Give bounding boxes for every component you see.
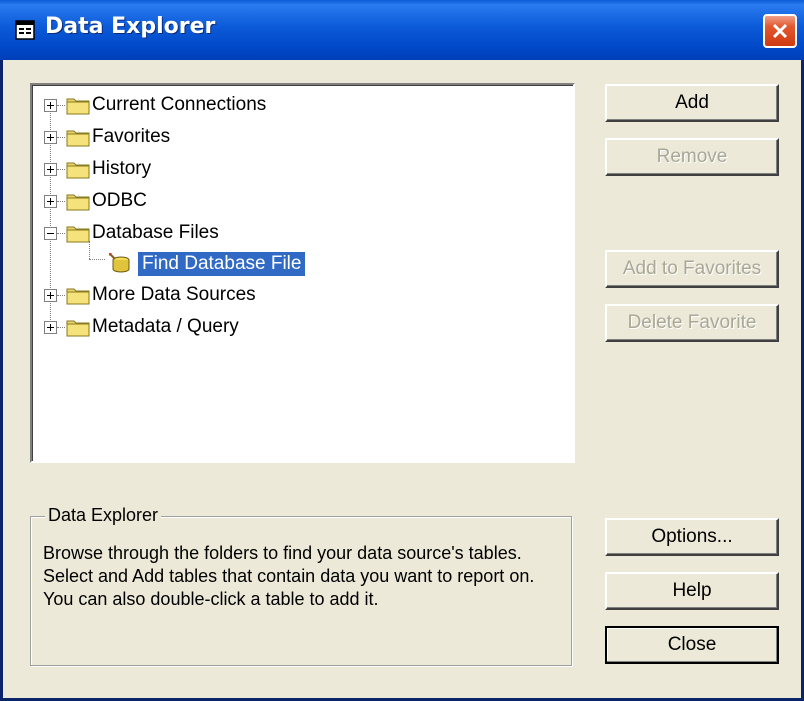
expand-plus-icon[interactable] bbox=[44, 163, 57, 176]
tree-node-label: Current Connections bbox=[92, 94, 267, 115]
data-source-tree[interactable]: Current Connections Favorites History OD… bbox=[30, 83, 575, 463]
tree-node-metadata-query[interactable]: Metadata / Query bbox=[32, 313, 432, 343]
tree-node-label: History bbox=[92, 158, 152, 179]
help-button[interactable]: Help bbox=[605, 572, 779, 610]
tree-connector bbox=[57, 233, 65, 234]
tree-connector bbox=[57, 169, 65, 170]
folder-icon bbox=[66, 191, 90, 211]
tree-node-label: Find Database File bbox=[138, 252, 306, 276]
expand-plus-icon[interactable] bbox=[44, 195, 57, 208]
find-database-wizard-icon bbox=[108, 252, 132, 273]
remove-button[interactable]: Remove bbox=[605, 138, 779, 176]
close-window-button[interactable] bbox=[763, 14, 797, 48]
tree-node-label: Favorites bbox=[92, 126, 171, 147]
tree-connector bbox=[57, 295, 65, 296]
expand-plus-icon[interactable] bbox=[44, 321, 57, 334]
tree-connector bbox=[57, 105, 65, 106]
add-button[interactable]: Add bbox=[605, 84, 779, 122]
expand-plus-icon[interactable] bbox=[44, 99, 57, 112]
expand-plus-icon[interactable] bbox=[44, 289, 57, 302]
delete-favorite-button[interactable]: Delete Favorite bbox=[605, 304, 779, 342]
folder-icon bbox=[66, 127, 90, 147]
tree-connector bbox=[57, 201, 65, 202]
tree-node-label: More Data Sources bbox=[92, 284, 256, 305]
tree-node-current-connections[interactable]: Current Connections bbox=[32, 91, 432, 121]
description-text: Browse through the folders to find your … bbox=[43, 543, 535, 609]
expand-plus-icon[interactable] bbox=[44, 131, 57, 144]
tree-node-more-data-sources[interactable]: More Data Sources bbox=[32, 281, 432, 311]
tree-node-history[interactable]: History bbox=[32, 155, 432, 185]
options-button[interactable]: Options... bbox=[605, 518, 779, 556]
open-folder-icon bbox=[66, 223, 90, 243]
tree-node-label: Database Files bbox=[92, 222, 219, 243]
tree-connector bbox=[57, 327, 65, 328]
folder-icon bbox=[66, 317, 90, 337]
tree-node-database-files[interactable]: Database Files bbox=[32, 219, 432, 249]
add-to-favorites-button[interactable]: Add to Favorites bbox=[605, 250, 779, 288]
tree-node-label: Metadata / Query bbox=[92, 316, 239, 337]
close-button[interactable]: Close bbox=[605, 626, 779, 664]
tree-node-label: ODBC bbox=[92, 190, 147, 211]
tree-node-favorites[interactable]: Favorites bbox=[32, 123, 432, 153]
tree-connector bbox=[57, 137, 65, 138]
data-explorer-app-icon bbox=[15, 20, 35, 40]
tree-node-odbc[interactable]: ODBC bbox=[32, 187, 432, 217]
folder-icon bbox=[66, 95, 90, 115]
description-title: Data Explorer bbox=[45, 505, 162, 526]
close-icon bbox=[772, 23, 788, 39]
window-title: Data Explorer bbox=[45, 14, 216, 39]
description-group: Data Explorer Browse through the folders… bbox=[30, 505, 572, 666]
tree-node-find-database-file[interactable]: Find Database File bbox=[32, 249, 432, 279]
folder-icon bbox=[66, 159, 90, 179]
folder-icon bbox=[66, 285, 90, 305]
title-bar[interactable]: Data Explorer bbox=[0, 0, 804, 60]
collapse-minus-icon[interactable] bbox=[44, 227, 57, 240]
data-explorer-dialog: Data Explorer Current Connections Favori… bbox=[0, 0, 804, 701]
